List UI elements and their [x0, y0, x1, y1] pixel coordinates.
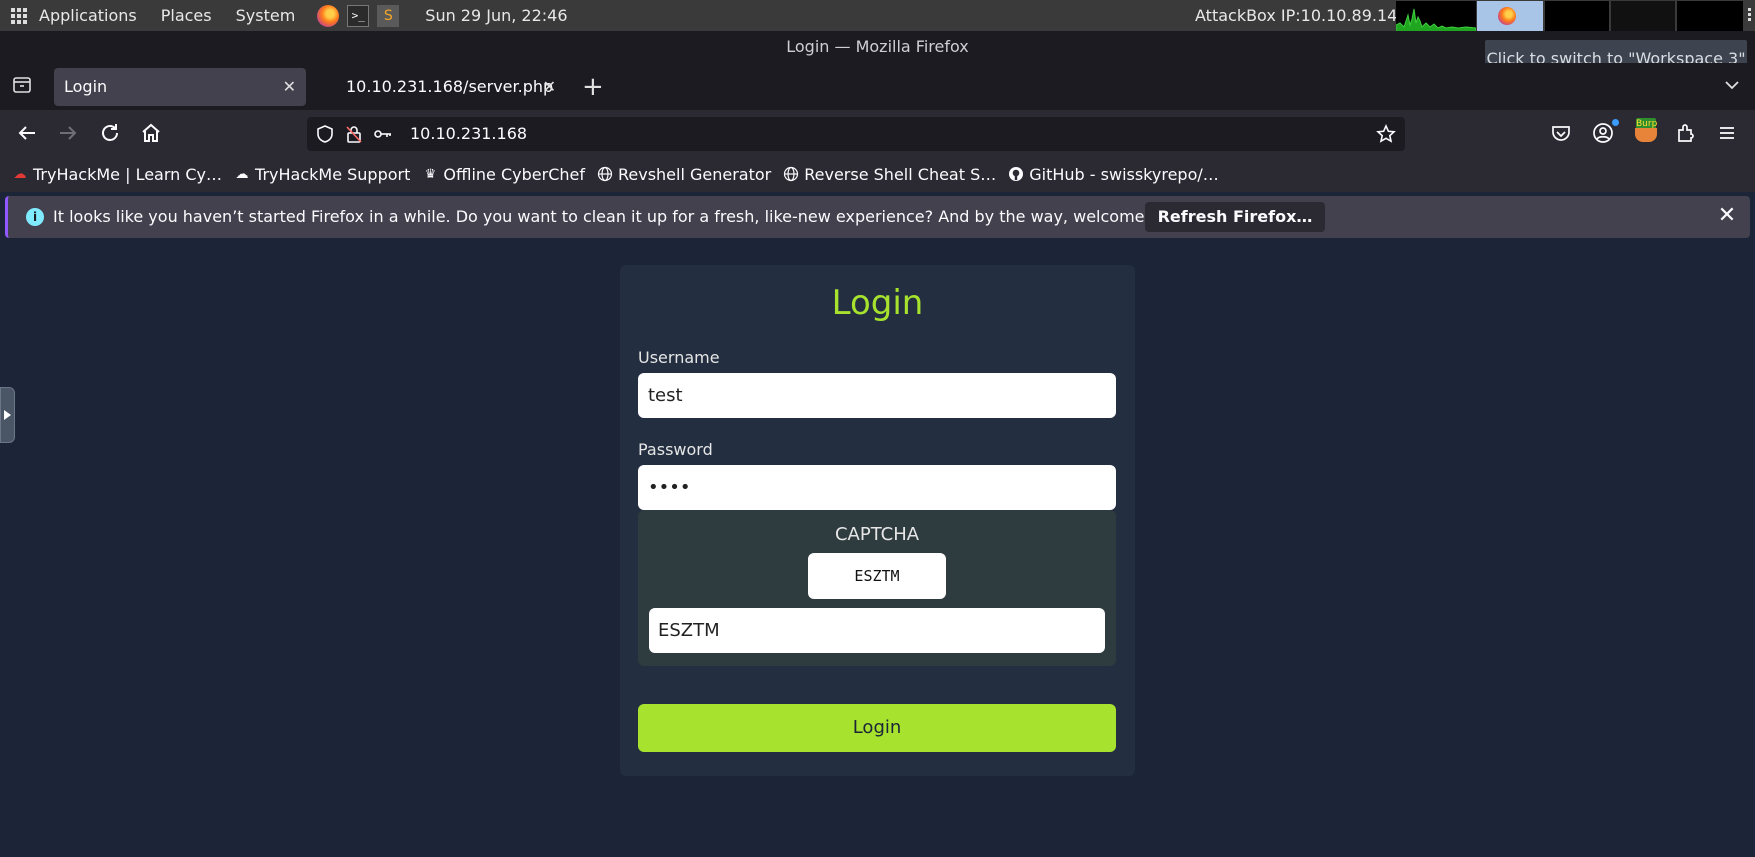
tab-list-icon[interactable] — [12, 75, 32, 95]
play-arrow-icon — [4, 410, 11, 420]
sidebar-toggle-handle[interactable] — [0, 387, 15, 443]
bookmark-revshell[interactable]: Revshell Generator — [597, 165, 771, 184]
forward-button[interactable] — [56, 121, 80, 145]
bookmark-label: Offline CyberChef — [443, 164, 585, 184]
bookmark-label: Revshell Generator — [617, 164, 772, 184]
close-icon[interactable]: ✕ — [283, 68, 296, 106]
hamburger-menu-icon[interactable] — [1716, 122, 1738, 144]
new-tab-button[interactable]: + — [582, 68, 604, 106]
shield-icon[interactable] — [315, 124, 335, 144]
menu-applications[interactable]: Applications — [39, 6, 137, 25]
close-icon[interactable]: ✕ — [543, 68, 556, 106]
account-icon[interactable] — [1592, 122, 1614, 144]
tab-server-php[interactable]: 10.10.231.168/server.php ✕ — [330, 68, 564, 106]
pocket-icon[interactable] — [1550, 122, 1572, 144]
cpu-usage-graph — [1396, 1, 1476, 31]
sublime-icon: S — [377, 4, 400, 27]
login-card: Login Username test Password •••• CAPTCH… — [620, 265, 1135, 776]
navigation-bar: 10.10.231.168 Burp — [0, 110, 1755, 156]
panel-menu-icon[interactable] — [1748, 8, 1752, 23]
notification-message: It looks like you haven’t started Firefo… — [53, 207, 1195, 226]
username-input[interactable]: test — [638, 373, 1116, 418]
sublime-launcher[interactable]: S — [377, 4, 400, 27]
cloud-icon: ☁ — [235, 166, 249, 182]
firefox-icon — [1498, 7, 1516, 25]
bookmark-tryhackme-support[interactable]: ☁ TryHackMe Support — [234, 164, 411, 184]
github-icon — [1008, 166, 1024, 182]
workspace-1[interactable] — [1477, 1, 1543, 31]
bookmark-label: GitHub - swisskyrepo/… — [1029, 164, 1219, 184]
reload-button[interactable] — [98, 121, 122, 145]
page-content: Login Username test Password •••• CAPTCH… — [0, 244, 1755, 857]
terminal-icon: >_ — [347, 4, 370, 27]
menu-system[interactable]: System — [236, 6, 296, 25]
globe-icon — [597, 166, 613, 182]
refresh-firefox-button[interactable]: Refresh Firefox… — [1145, 202, 1325, 232]
back-button[interactable] — [15, 121, 39, 145]
tab-label: Login — [64, 77, 108, 96]
globe-icon — [783, 166, 799, 182]
captcha-input[interactable]: ESZTM — [649, 608, 1105, 653]
bookmark-cyberchef[interactable]: ♛ Offline CyberChef — [422, 165, 585, 184]
bookmark-tryhackme[interactable]: ☁ TryHackMe | Learn Cy… — [12, 164, 223, 184]
refresh-notification: i It looks like you haven’t started Fire… — [5, 196, 1750, 238]
bookmark-label: Reverse Shell Cheat S… — [804, 164, 997, 184]
bookmark-github[interactable]: GitHub - swisskyrepo/… — [1008, 165, 1219, 184]
tab-bar: Login ✕ 10.10.231.168/server.php ✕ + — [0, 63, 1755, 110]
chevron-down-icon[interactable] — [1722, 75, 1742, 95]
burp-extension-icon[interactable]: Burp — [1634, 118, 1658, 144]
firefox-icon — [317, 4, 340, 27]
key-icon[interactable] — [373, 124, 393, 144]
login-title: Login — [831, 283, 924, 323]
bookmark-reverse-shell[interactable]: Reverse Shell Cheat S… — [783, 165, 996, 184]
captcha-image: ESZTM — [808, 553, 946, 599]
insecure-lock-icon[interactable] — [344, 124, 364, 144]
username-label: Username — [638, 348, 720, 367]
menu-places[interactable]: Places — [161, 6, 212, 25]
login-button[interactable]: Login — [638, 704, 1116, 752]
attackbox-ip: AttackBox IP:10.10.89.142 — [1195, 6, 1408, 25]
firefox-launcher[interactable] — [317, 4, 340, 27]
workspace-4[interactable] — [1677, 1, 1743, 31]
chef-icon: ♛ — [424, 166, 437, 182]
info-icon: i — [26, 208, 44, 226]
bookmark-label: TryHackMe Support — [255, 164, 411, 184]
notification-dot — [1612, 119, 1619, 126]
workspace-2[interactable] — [1545, 1, 1609, 31]
terminal-launcher[interactable]: >_ — [347, 4, 370, 27]
bookmark-star-icon[interactable] — [1376, 124, 1396, 144]
password-input[interactable]: •••• — [638, 465, 1116, 510]
tab-login[interactable]: Login ✕ — [54, 68, 306, 106]
captcha-title: CAPTCHA — [834, 524, 920, 545]
bookmarks-toolbar: ☁ TryHackMe | Learn Cy… ☁ TryHackMe Supp… — [0, 156, 1755, 192]
password-label: Password — [638, 440, 713, 459]
close-icon[interactable]: ✕ — [1712, 201, 1742, 231]
tryhackme-icon: ☁ — [13, 166, 27, 182]
workspace-3[interactable] — [1611, 1, 1675, 31]
url-text[interactable]: 10.10.231.168 — [410, 117, 527, 151]
applications-grid-icon[interactable] — [11, 7, 29, 25]
home-button[interactable] — [139, 121, 163, 145]
panel-clock[interactable]: Sun 29 Jun, 22:46 — [425, 6, 567, 25]
captcha-section: CAPTCHA ESZTM ESZTM — [638, 510, 1116, 666]
url-bar[interactable]: 10.10.231.168 — [307, 117, 1405, 151]
bookmark-label: TryHackMe | Learn Cy… — [33, 164, 223, 184]
tab-label: 10.10.231.168/server.php — [346, 77, 554, 96]
extensions-icon[interactable] — [1675, 122, 1697, 144]
